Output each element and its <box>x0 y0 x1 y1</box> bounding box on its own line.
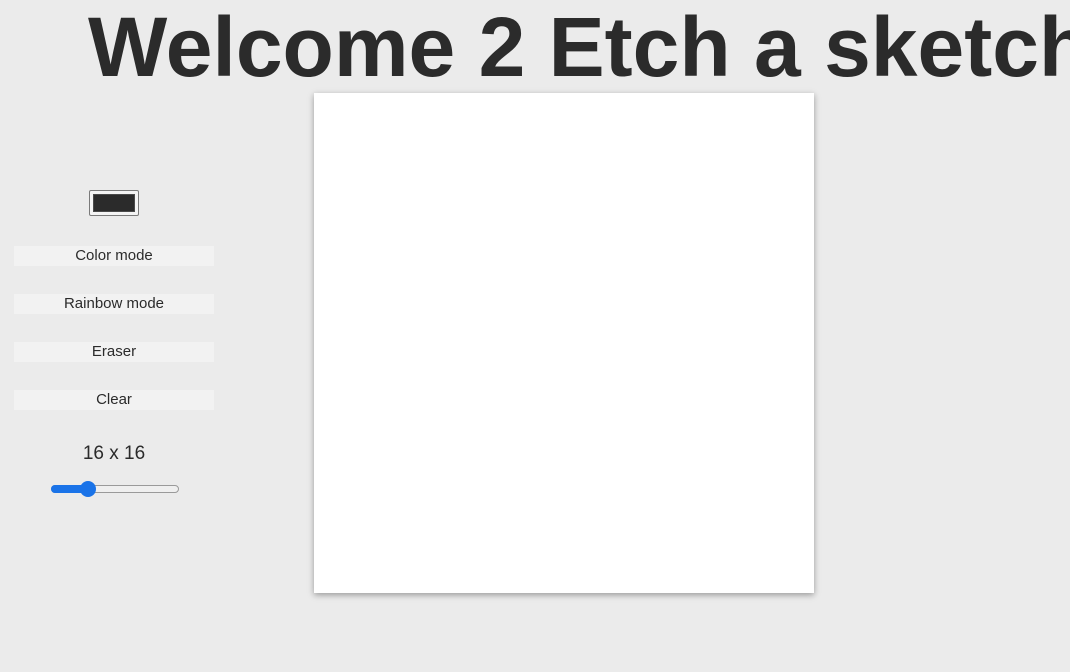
color-mode-button[interactable]: Color mode <box>14 246 214 266</box>
grid-size-label: 16 x 16 <box>82 443 146 464</box>
page-title: Welcome 2 Etch a sketch <box>88 0 1070 94</box>
sketch-canvas[interactable] <box>314 93 814 593</box>
rainbow-mode-button[interactable]: Rainbow mode <box>14 294 214 314</box>
color-picker[interactable] <box>89 190 139 216</box>
grid-size-slider[interactable] <box>51 480 179 498</box>
app-page: Welcome 2 Etch a sketch Color mode Rainb… <box>0 0 1070 672</box>
eraser-button[interactable]: Eraser <box>14 342 214 362</box>
clear-button[interactable]: Clear <box>14 390 214 410</box>
slider-thumb[interactable] <box>80 481 97 497</box>
color-swatch <box>93 194 135 212</box>
